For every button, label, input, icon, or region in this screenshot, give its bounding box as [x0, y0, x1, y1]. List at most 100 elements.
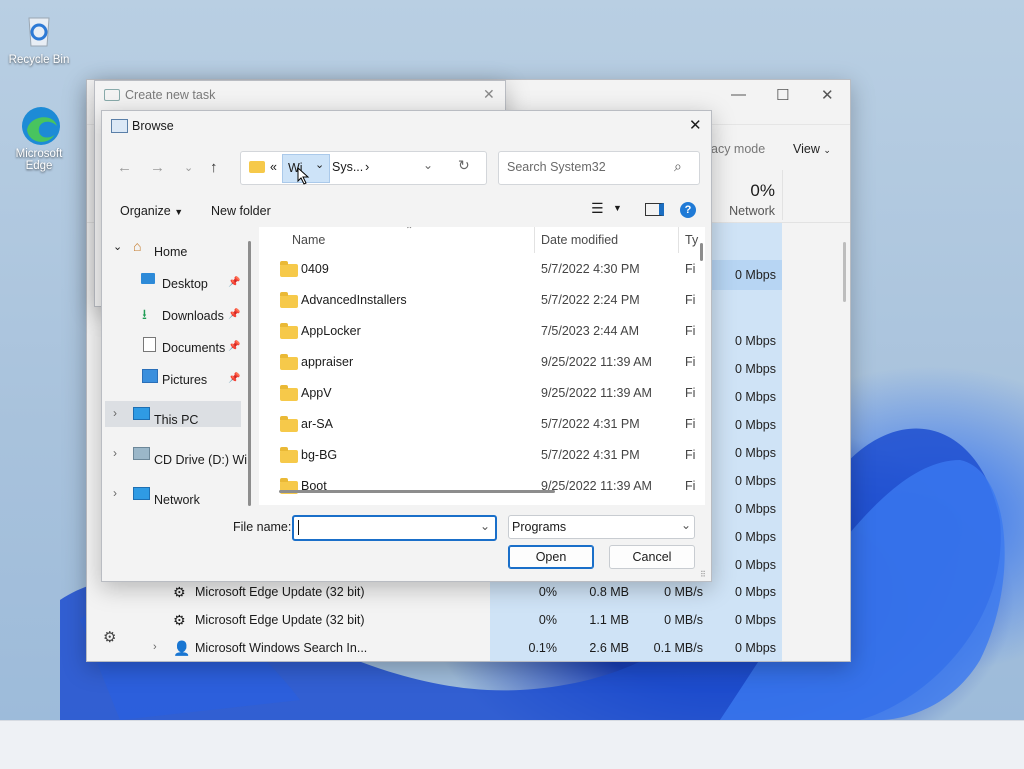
dropdown-triangle-icon: ▼: [174, 207, 184, 217]
table-row[interactable]: ⚙ Microsoft Edge Update (32 bit) 0% 1.1 …: [87, 607, 850, 635]
pin-icon[interactable]: 📌: [228, 309, 240, 320]
minimize-icon[interactable]: —: [731, 86, 746, 103]
desktop-icon-edge[interactable]: Microsoft Edge: [3, 104, 75, 172]
process-icon: ⚙: [173, 584, 186, 600]
address-bar[interactable]: « Wi ⌄ Sys... › ⌄ ↻: [240, 151, 487, 185]
close-icon[interactable]: ✕: [689, 116, 702, 134]
column-header-type[interactable]: Ty: [685, 233, 698, 247]
file-list[interactable]: Name ⌃ Date modified Ty 0409 5/7/2022 4:3…: [259, 227, 705, 505]
nav-item-documents[interactable]: Documents: [162, 341, 225, 355]
table-row[interactable]: ⚙ Microsoft Edge Update (32 bit) 0% 0.8 …: [87, 579, 850, 607]
recent-dropdown-icon[interactable]: ⌄: [184, 161, 193, 174]
efficiency-mode-label[interactable]: acy mode: [711, 142, 765, 156]
desktop-icon: [141, 273, 155, 284]
view-button[interactable]: View ⌄: [793, 142, 831, 156]
up-arrow-icon[interactable]: ↑: [210, 159, 218, 176]
nav-item-pictures[interactable]: Pictures: [162, 373, 207, 387]
forward-arrow-icon[interactable]: →: [150, 159, 165, 176]
file-type: Fi: [685, 479, 696, 493]
divider: [534, 227, 535, 253]
maximize-icon[interactable]: ☐: [776, 86, 789, 104]
breadcrumb-segment[interactable]: Sys...: [332, 160, 363, 174]
column-header-date[interactable]: Date modified: [541, 233, 618, 247]
column-header-name[interactable]: Name: [292, 233, 325, 247]
process-name: Microsoft Edge Update (32 bit): [195, 585, 365, 599]
browse-dialog[interactable]: Browse ✕ ← → ⌄ ↑ « Wi ⌄ Sys... › ⌄ ↻ Sea…: [101, 110, 712, 582]
folder-icon: [280, 385, 298, 401]
pin-icon[interactable]: 📌: [228, 277, 240, 288]
chevron-down-icon[interactable]: ⌄: [681, 518, 691, 532]
home-icon: ⌂: [133, 238, 142, 254]
pin-icon[interactable]: 📌: [228, 341, 240, 352]
nav-item-this-pc[interactable]: This PC: [154, 413, 198, 427]
download-icon: ⭳: [142, 306, 147, 322]
chevron-down-icon[interactable]: ⌄: [113, 240, 122, 253]
chevron-right-icon[interactable]: ›: [113, 406, 117, 420]
chevron-down-icon[interactable]: ⌄: [315, 158, 324, 171]
chevron-down-icon[interactable]: ⌄: [480, 519, 490, 533]
network-column-header[interactable]: Network: [707, 204, 775, 218]
chevron-down-icon[interactable]: ▼: [613, 203, 622, 213]
table-row[interactable]: › 👤 Microsoft Windows Search In... 0.1% …: [87, 635, 850, 663]
nav-item-network[interactable]: Network: [154, 493, 200, 505]
file-row[interactable]: AppV 9/25/2022 11:39 AM Fi: [259, 379, 705, 410]
file-row[interactable]: bg-BG 5/7/2022 4:31 PM Fi: [259, 441, 705, 472]
file-type: Fi: [685, 386, 696, 400]
file-row[interactable]: AdvancedInstallers 5/7/2022 2:24 PM Fi: [259, 286, 705, 317]
pictures-icon: [142, 369, 158, 383]
refresh-icon[interactable]: ↻: [458, 157, 470, 174]
text-cursor: [298, 520, 299, 535]
file-row[interactable]: 0409 5/7/2022 4:30 PM Fi: [259, 255, 705, 286]
file-type-value: Programs: [512, 520, 567, 534]
chevron-right-icon[interactable]: ›: [113, 486, 117, 500]
desktop-icon-label: Recycle Bin: [8, 54, 70, 66]
folder-icon: [280, 354, 298, 370]
file-type-select[interactable]: Programs ⌄: [508, 515, 695, 539]
address-dropdown-icon[interactable]: ⌄: [423, 158, 433, 172]
view-options-icon[interactable]: ☰: [591, 200, 604, 217]
chevron-right-icon[interactable]: ›: [113, 446, 117, 460]
navigation-pane[interactable]: ⌄ ⌂ Home Desktop 📌 ⭳ Downloads 📌 Documen…: [102, 227, 247, 505]
search-input[interactable]: Search System32 ⌕: [498, 151, 700, 185]
edge-icon: [19, 104, 60, 145]
scrollbar-thumb[interactable]: [843, 242, 846, 302]
file-row[interactable]: appraiser 9/25/2022 11:39 AM Fi: [259, 348, 705, 379]
file-row[interactable]: ar-SA 5/7/2022 4:31 PM Fi: [259, 410, 705, 441]
open-button[interactable]: Open: [508, 545, 594, 569]
close-icon[interactable]: ✕: [821, 86, 834, 104]
preview-pane-icon[interactable]: [645, 203, 664, 216]
title-bar: Browse ✕: [102, 111, 711, 141]
process-name: Microsoft Edge Update (32 bit): [195, 613, 365, 627]
desktop-icon-label: Microsoft Edge: [15, 148, 63, 172]
nav-item-cd-drive[interactable]: CD Drive (D:) Wir: [154, 453, 247, 467]
horizontal-scrollbar-thumb[interactable]: [279, 490, 555, 493]
disk-value: 0 MB/s: [664, 585, 703, 599]
search-icon[interactable]: ⌕: [674, 158, 682, 175]
expand-chevron-icon[interactable]: ›: [153, 641, 157, 653]
breadcrumb-overflow[interactable]: «: [270, 160, 277, 174]
file-date: 9/25/2022 11:39 AM: [541, 386, 652, 400]
file-row[interactable]: AppLocker 7/5/2023 2:44 AM Fi: [259, 317, 705, 348]
mouse-cursor-icon: [297, 167, 310, 185]
resize-grip-icon[interactable]: ⠿: [700, 570, 706, 579]
sort-ascending-icon: ⌃: [405, 227, 414, 236]
organize-button[interactable]: Organize ▼: [120, 204, 183, 218]
nav-item-desktop[interactable]: Desktop: [162, 277, 208, 291]
close-icon[interactable]: ✕: [483, 86, 495, 103]
settings-gear-icon[interactable]: ⚙: [103, 628, 116, 646]
nav-item-home[interactable]: Home: [154, 245, 187, 259]
network-percent: 0%: [750, 181, 775, 200]
taskbar: [0, 720, 1024, 769]
file-name-input[interactable]: ⌄: [292, 515, 497, 541]
nav-item-downloads[interactable]: Downloads: [162, 309, 224, 323]
pin-icon[interactable]: 📌: [228, 373, 240, 384]
help-icon[interactable]: ?: [680, 202, 696, 218]
organize-label: Organize: [120, 204, 171, 218]
list-scrollbar-thumb[interactable]: [700, 243, 703, 261]
desktop-icon-recycle-bin[interactable]: Recycle Bin: [3, 10, 75, 66]
file-row[interactable]: Boot 9/25/2022 11:39 AM Fi: [259, 472, 705, 503]
cancel-button[interactable]: Cancel: [609, 545, 695, 569]
nav-scrollbar-thumb[interactable]: [248, 241, 251, 506]
new-folder-button[interactable]: New folder: [211, 204, 271, 218]
back-arrow-icon[interactable]: ←: [117, 159, 132, 176]
